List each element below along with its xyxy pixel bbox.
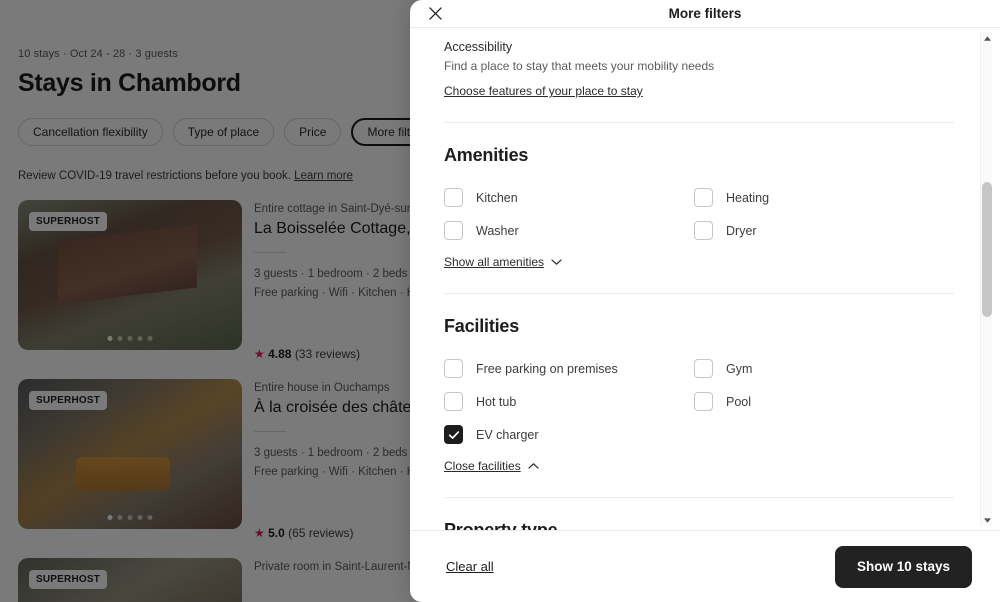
section-property-type: Property type: [444, 520, 954, 530]
checkbox-ev-charger[interactable]: [444, 425, 463, 444]
modal-scroll-area[interactable]: Accessibility Find a place to stay that …: [410, 28, 1000, 530]
checkbox-dryer[interactable]: [694, 221, 713, 240]
accessibility-title: Accessibility: [444, 40, 513, 54]
checkbox-label: Pool: [726, 394, 752, 409]
modal-scrollbar[interactable]: [980, 32, 992, 526]
show-all-amenities-toggle[interactable]: Show all amenities: [444, 255, 562, 269]
section-divider: [444, 497, 954, 498]
chevron-up-icon: [528, 463, 539, 469]
section-amenities: Amenities Kitchen Heating Washer Dryer S…: [444, 145, 954, 271]
modal-header: More filters: [410, 0, 1000, 28]
section-divider: [444, 293, 954, 294]
checkbox-gym[interactable]: [694, 359, 713, 378]
checkbox-row-gym[interactable]: Gym: [694, 359, 944, 378]
checkbox-label: EV charger: [476, 427, 539, 442]
amenities-checkbox-grid: Kitchen Heating Washer Dryer: [444, 188, 954, 240]
checkbox-free-parking-on-premises[interactable]: [444, 359, 463, 378]
modal-footer: Clear all Show 10 stays: [410, 530, 1000, 602]
checkbox-label: Heating: [726, 190, 770, 205]
scroll-down-arrow-icon[interactable]: [981, 514, 993, 526]
checkbox-label: Dryer: [726, 223, 757, 238]
checkbox-row-dryer[interactable]: Dryer: [694, 221, 944, 240]
checkbox-row-ev-charger[interactable]: EV charger: [444, 425, 694, 444]
toggle-label: Close facilities: [444, 459, 521, 473]
page-root: Mosnes €95 €120 €78 10 stays · Oct 24 - …: [0, 0, 1000, 602]
show-stays-button[interactable]: Show 10 stays: [834, 545, 972, 588]
section-divider: [444, 122, 954, 123]
property-type-heading: Property type: [444, 520, 558, 530]
checkbox-row-hot-tub[interactable]: Hot tub: [444, 392, 694, 411]
checkbox-label: Free parking on premises: [476, 361, 618, 376]
section-facilities: Facilities Free parking on premises Gym …: [444, 316, 954, 475]
checkbox-pool[interactable]: [694, 392, 713, 411]
scrollbar-thumb[interactable]: [982, 182, 992, 317]
checkbox-washer[interactable]: [444, 221, 463, 240]
checkbox-row-kitchen[interactable]: Kitchen: [444, 188, 694, 207]
checkbox-heating[interactable]: [694, 188, 713, 207]
checkbox-row-pool[interactable]: Pool: [694, 392, 944, 411]
choose-accessibility-features-link[interactable]: Choose features of your place to stay: [444, 84, 643, 98]
checkbox-row-washer[interactable]: Washer: [444, 221, 694, 240]
clear-all-button[interactable]: Clear all: [444, 555, 496, 578]
close-facilities-toggle[interactable]: Close facilities: [444, 459, 539, 473]
modal-title: More filters: [668, 6, 742, 21]
facilities-heading: Facilities: [444, 316, 520, 336]
checkbox-label: Washer: [476, 223, 519, 238]
checkbox-row-free-parking[interactable]: Free parking on premises: [444, 359, 694, 378]
checkbox-kitchen[interactable]: [444, 188, 463, 207]
checkbox-label: Hot tub: [476, 394, 517, 409]
accessibility-subtitle: Find a place to stay that meets your mob…: [444, 59, 715, 73]
chevron-down-icon: [551, 259, 562, 265]
toggle-label: Show all amenities: [444, 255, 545, 269]
close-icon[interactable]: [424, 3, 446, 25]
checkbox-label: Gym: [726, 361, 753, 376]
amenities-heading: Amenities: [444, 145, 529, 165]
section-accessibility: Accessibility Find a place to stay that …: [444, 40, 954, 100]
more-filters-modal: More filters Accessibility Find a place …: [410, 0, 1000, 602]
scroll-up-arrow-icon[interactable]: [981, 32, 993, 44]
checkbox-hot-tub[interactable]: [444, 392, 463, 411]
checkbox-row-heating[interactable]: Heating: [694, 188, 944, 207]
checkbox-label: Kitchen: [476, 190, 518, 205]
facilities-checkbox-grid: Free parking on premises Gym Hot tub Poo…: [444, 359, 954, 444]
